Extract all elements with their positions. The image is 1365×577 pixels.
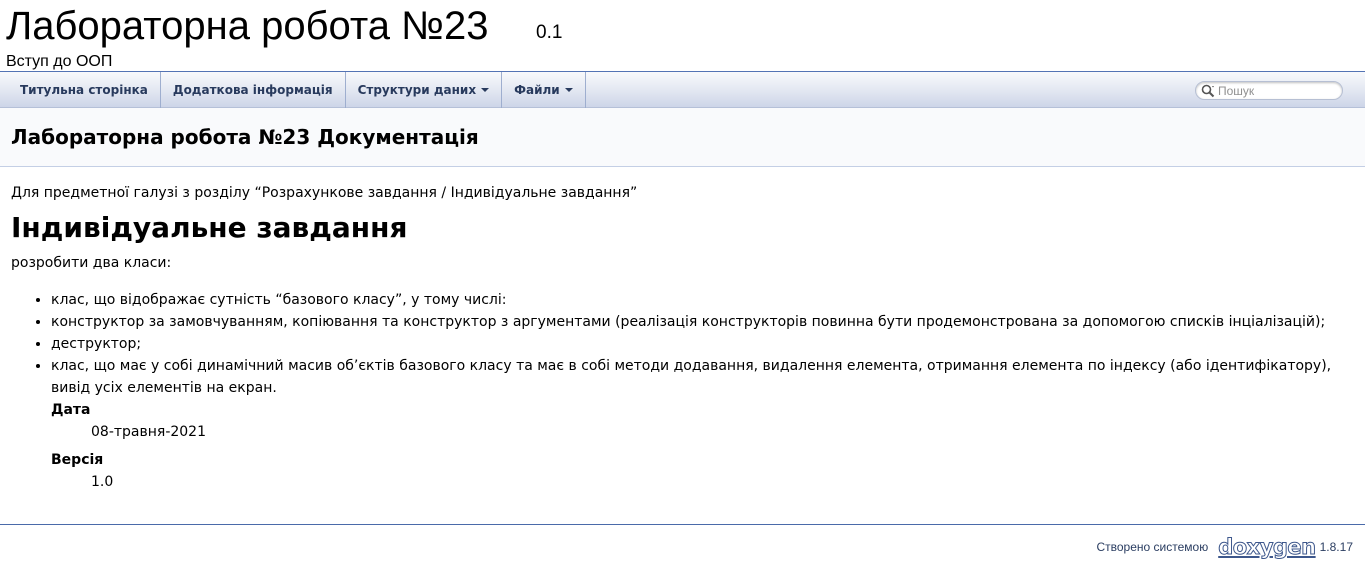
nav-item-data-structures[interactable]: Структури даних (346, 72, 503, 108)
nav-item-files[interactable]: Файли (502, 72, 586, 108)
date-value: 08-травня-2021 (91, 424, 206, 440)
doxygen-logo[interactable]: doxygen (1218, 534, 1317, 560)
date-section: Дата 08-травня-2021 (51, 399, 1354, 443)
magnifier-icon[interactable] (1200, 83, 1216, 99)
nav-item-label: Титульна сторінка (20, 83, 148, 97)
date-label: Дата (51, 402, 91, 418)
search-box[interactable] (1195, 81, 1343, 100)
version-section: Версія 1.0 (51, 449, 1354, 493)
list-item: конструктор за замовчуванням, копіювання… (51, 311, 1354, 333)
search-input[interactable] (1216, 83, 1336, 98)
doxygen-version: 1.8.17 (1319, 540, 1353, 554)
nav-item-related-pages[interactable]: Додаткова інформація (161, 72, 346, 108)
footer: Створено системою doxygen 1.8.17 (1096, 534, 1353, 560)
project-name: Лабораторна робота №23 (6, 4, 489, 48)
lead-text: розробити два класи: (11, 255, 172, 271)
generated-by-text: Створено системою (1096, 540, 1209, 554)
nav-item-label: Додаткова інформація (172, 83, 333, 97)
nav-item-label: Файли (514, 83, 560, 97)
task-list: клас, що відображає сутність “базового к… (11, 289, 1354, 399)
main-nav: Титульна сторінка Додаткова інформація С… (0, 72, 1365, 108)
list-item: деструктор; (51, 333, 1354, 355)
caret-down-icon (564, 88, 573, 92)
section-heading: Індивідуальне завдання (11, 211, 408, 244)
nav-item-main-page[interactable]: Титульна сторінка (8, 72, 161, 108)
version-value: 1.0 (91, 474, 114, 490)
list-item: клас, що відображає сутність “базового к… (51, 289, 1354, 311)
version-label: Версія (51, 452, 104, 468)
project-number: 0.1 (536, 22, 563, 43)
nav-menu: Титульна сторінка Додаткова інформація С… (0, 72, 1365, 108)
caret-down-icon (481, 88, 490, 92)
nav-item-label: Структури даних (357, 83, 477, 97)
list-item: клас, що має у собі динамічний масив об’… (51, 355, 1354, 399)
intro-text: Для предметної галузі з розділу “Розраху… (11, 185, 638, 201)
project-brief: Вступ до ООП (6, 53, 113, 70)
page-title: Лабораторна робота №23 Документація (11, 125, 479, 149)
page-header: Лабораторна робота №23 Документація (0, 108, 1365, 167)
title-area: Лабораторна робота №23 0.1 Вступ до ООП (0, 0, 1365, 72)
page-contents: Для предметної галузі з розділу “Розраху… (0, 185, 1365, 493)
footer-divider (0, 524, 1365, 525)
